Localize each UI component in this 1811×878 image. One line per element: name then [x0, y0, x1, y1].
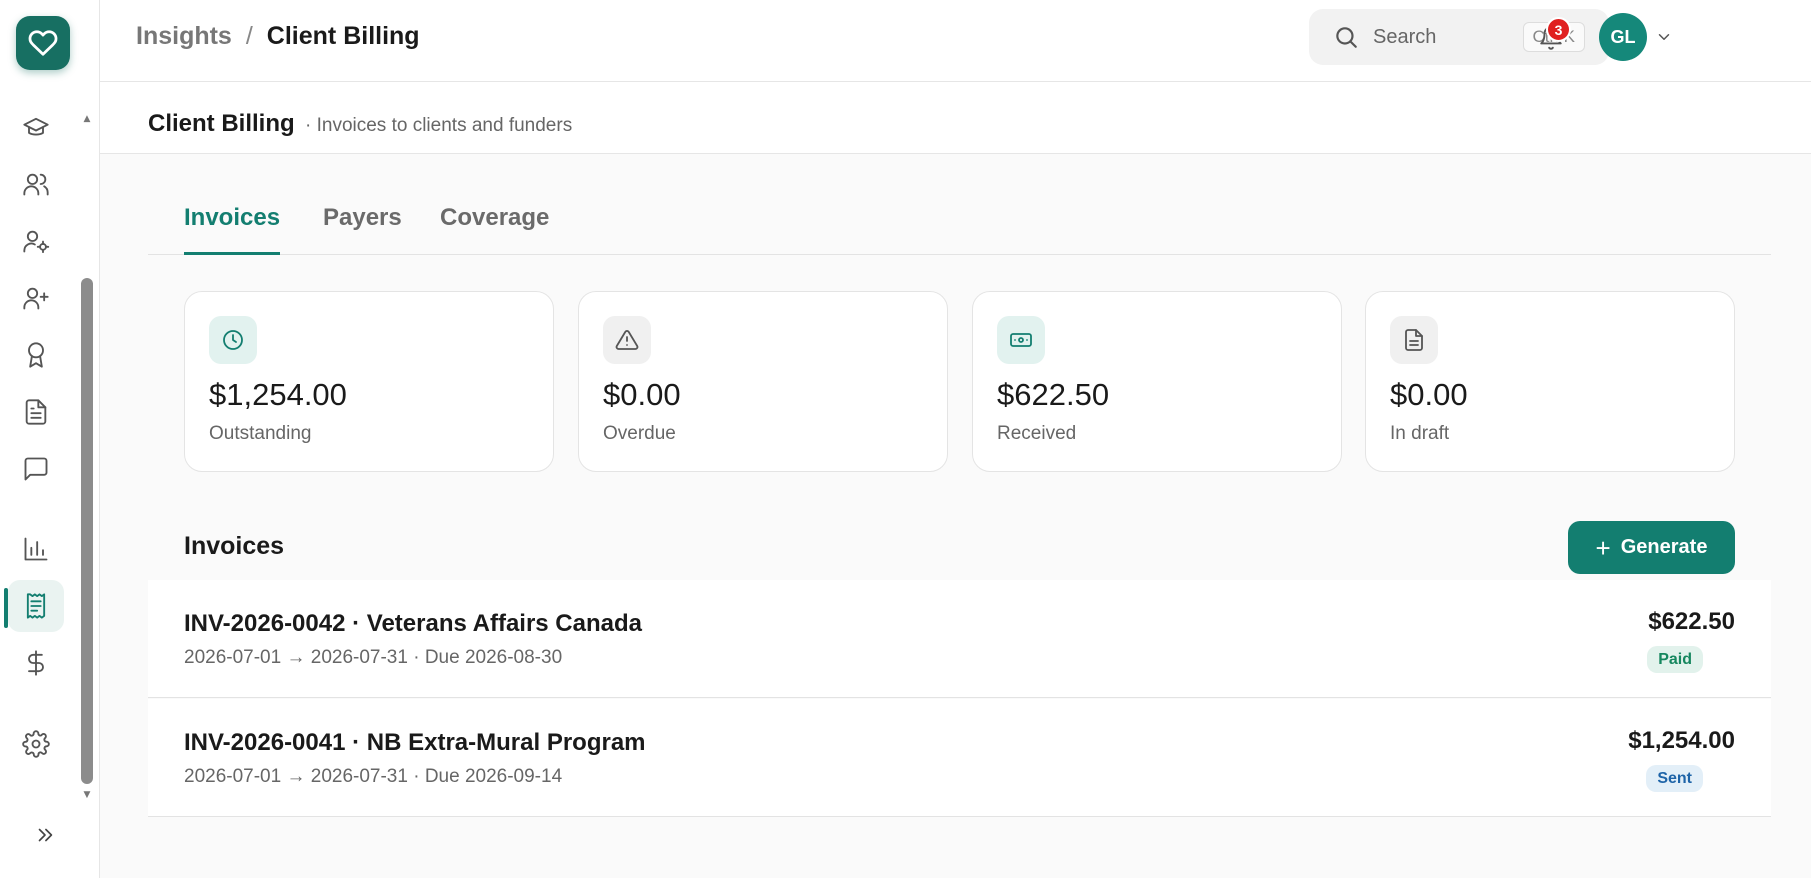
tab-bar: Invoices Payers Coverage: [148, 200, 1771, 255]
breadcrumb-separator: /: [245, 22, 253, 50]
sidebar-item-reports[interactable]: [8, 523, 64, 575]
sidebar-item-staff-settings[interactable]: [8, 215, 64, 267]
invoice-title: INV-2026-0041 · NB Extra-Mural Program: [184, 729, 646, 756]
clock-icon: [223, 330, 243, 350]
invoice-title: INV-2026-0042 · Veterans Affairs Canada: [184, 610, 643, 637]
plus-icon: +: [1595, 532, 1611, 563]
search-placeholder: Search: [1373, 25, 1437, 48]
invoice-period: 2026-07-01 → 2026-07-31 · Due 2026-08-30: [184, 647, 563, 668]
user-cog-icon: [23, 230, 50, 254]
file-text-icon: [25, 399, 47, 425]
status-badge: Paid: [1647, 646, 1703, 673]
sidebar-item-certifications[interactable]: [8, 329, 64, 381]
stat-value: $0.00: [1390, 377, 1468, 412]
sidebar-item-messages[interactable]: [8, 443, 64, 495]
sidebar-item-billing[interactable]: [8, 580, 64, 632]
page-title: Client Billing: [148, 110, 295, 137]
breadcrumb-current: Client Billing: [266, 22, 420, 50]
graduation-cap-icon: [23, 117, 49, 136]
user-menu-toggle[interactable]: [1655, 28, 1673, 46]
sidebar: ▲ ▼: [0, 0, 100, 878]
invoice-amount: $622.50: [1648, 608, 1735, 635]
breadcrumb: Insights / Client Billing: [136, 22, 420, 51]
sidebar-item-payroll[interactable]: [8, 637, 64, 689]
users-icon: [23, 173, 49, 196]
sidebar-item-training[interactable]: [8, 101, 64, 153]
message-square-icon: [24, 457, 48, 481]
scroll-down-arrow[interactable]: ▼: [81, 790, 93, 800]
breadcrumb-parent[interactable]: Insights: [136, 22, 232, 51]
scroll-up-arrow[interactable]: ▲: [81, 114, 93, 124]
receipt-icon: [26, 593, 46, 619]
stat-label: In draft: [1390, 423, 1450, 444]
invoice-amount: $1,254.00: [1628, 727, 1735, 754]
notification-count-badge: 3: [1546, 17, 1571, 42]
app-logo[interactable]: [16, 16, 70, 70]
heart-icon: [28, 30, 58, 56]
invoices-section-title: Invoices: [184, 532, 285, 560]
bar-chart-icon: [24, 537, 48, 561]
stat-value: $0.00: [603, 377, 681, 412]
stat-label: Outstanding: [209, 423, 312, 444]
stat-card-in-draft: $0.00 In draft: [1365, 291, 1735, 472]
user-plus-icon: [23, 287, 49, 310]
sidebar-item-settings[interactable]: [8, 718, 64, 770]
tab-coverage[interactable]: Coverage: [440, 204, 549, 255]
card-icon-wrap: [603, 316, 651, 364]
page-header: Client Billing · Invoices to clients and…: [100, 82, 1811, 154]
sidebar-item-documents[interactable]: [8, 386, 64, 438]
generate-button[interactable]: + Generate: [1568, 521, 1735, 574]
banknote-icon: [1010, 333, 1032, 347]
stat-value: $1,254.00: [209, 377, 347, 412]
stat-card-received: $622.50 Received: [972, 291, 1342, 472]
file-icon: [1405, 329, 1423, 351]
chevrons-right-icon: [38, 828, 53, 842]
invoice-period: 2026-07-01 → 2026-07-31 · Due 2026-09-14: [184, 766, 563, 787]
generate-label: Generate: [1620, 536, 1708, 558]
stat-label: Overdue: [603, 423, 676, 444]
invoice-row[interactable]: INV-2026-0041 · NB Extra-Mural Program 2…: [148, 699, 1771, 817]
gear-icon: [22, 730, 50, 758]
search-icon: [1336, 27, 1357, 48]
sidebar-scrollbar[interactable]: [81, 278, 93, 784]
stat-label: Received: [997, 423, 1077, 444]
sidebar-item-clients[interactable]: [8, 158, 64, 210]
alert-triangle-icon: [615, 330, 639, 350]
expand-sidebar-button[interactable]: [30, 820, 60, 850]
award-icon: [28, 342, 44, 368]
tab-invoices[interactable]: Invoices: [184, 204, 281, 255]
dollar-sign-icon: [28, 650, 44, 676]
chevron-down-icon: [1658, 34, 1670, 40]
stat-card-overdue: $0.00 Overdue: [578, 291, 948, 472]
page-subtitle: · Invoices to clients and funders: [305, 115, 573, 136]
stat-value: $622.50: [997, 377, 1110, 412]
avatar[interactable]: GL: [1599, 13, 1647, 61]
card-icon-wrap: [1390, 316, 1438, 364]
invoice-row[interactable]: INV-2026-0042 · Veterans Affairs Canada …: [148, 580, 1771, 698]
card-icon-wrap: [209, 316, 257, 364]
tab-payers[interactable]: Payers: [323, 204, 402, 255]
status-badge: Sent: [1646, 765, 1703, 792]
stat-card-outstanding: $1,254.00 Outstanding: [184, 291, 554, 472]
sidebar-item-add-user[interactable]: [8, 272, 64, 324]
card-icon-wrap: [997, 316, 1045, 364]
